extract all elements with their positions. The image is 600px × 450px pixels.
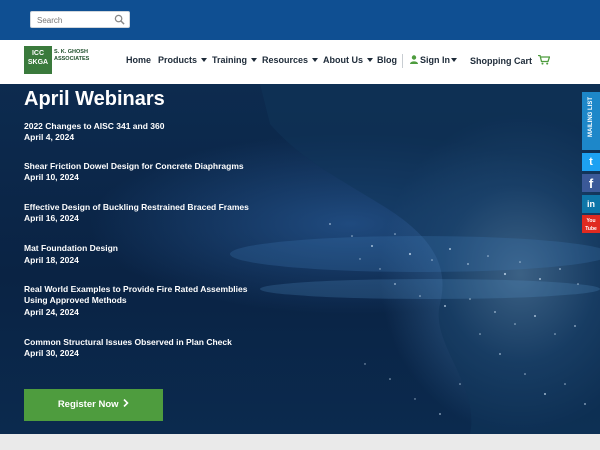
- twitter-icon[interactable]: t: [582, 153, 600, 171]
- nav-products-label: Products: [158, 55, 198, 65]
- webinar-title[interactable]: Mat Foundation Design: [24, 243, 264, 254]
- user-icon: [410, 55, 418, 64]
- hero-title: April Webinars: [24, 88, 165, 110]
- hero-background-art: [230, 84, 600, 434]
- hero-banner: [0, 84, 600, 434]
- register-label: Register Now: [57, 399, 119, 410]
- facebook-icon[interactable]: f: [582, 174, 600, 192]
- linkedin-glyph: in: [587, 199, 595, 209]
- nav-resources[interactable]: Resources: [262, 55, 319, 65]
- webinar-title[interactable]: Common Structural Issues Observed in Pla…: [24, 337, 264, 348]
- youtube-glyph: You Tube: [585, 218, 597, 232]
- logo-name-line1: S. K. GHOSH: [54, 49, 88, 55]
- webinar-date: April 24, 2024: [24, 307, 79, 317]
- logo-name-line2: ASSOCIATES: [54, 56, 90, 62]
- nav-blog[interactable]: Blog: [377, 55, 397, 65]
- caret-down-icon: [201, 58, 208, 62]
- nav-divider: [402, 54, 403, 68]
- caret-down-icon: [251, 58, 258, 62]
- nav-training-label: Training: [212, 55, 248, 65]
- nav-products[interactable]: Products: [158, 55, 208, 65]
- webinar-date: April 30, 2024: [24, 348, 79, 358]
- nav-shopping-cart[interactable]: Shopping Cart: [470, 54, 550, 66]
- company-logo[interactable]: ICC SKGA S. K. GHOSH ASSOCIATES: [24, 46, 92, 74]
- nav-resources-label: Resources: [262, 55, 309, 65]
- caret-down-icon: [312, 58, 319, 62]
- webinar-title[interactable]: 2022 Changes to AISC 341 and 360: [24, 121, 264, 132]
- nav-sign-in[interactable]: Sign In: [410, 55, 457, 65]
- logo-badge: ICC SKGA: [24, 46, 52, 74]
- nav-sign-in-label: Sign In: [420, 55, 450, 65]
- webinar-date: April 16, 2024: [24, 213, 79, 223]
- nav-training[interactable]: Training: [212, 55, 258, 65]
- webinar-date: April 4, 2024: [24, 132, 75, 142]
- twitter-glyph: t: [589, 156, 593, 168]
- chevron-right-icon: [123, 398, 129, 408]
- caret-down-icon: [451, 58, 457, 62]
- caret-down-icon: [367, 58, 373, 62]
- linkedin-icon[interactable]: in: [582, 195, 600, 213]
- logo-name: S. K. GHOSH ASSOCIATES: [54, 49, 94, 63]
- search-input[interactable]: [37, 13, 115, 27]
- nav-about[interactable]: About Us: [323, 55, 373, 65]
- register-now-button[interactable]: Register Now: [24, 389, 163, 421]
- mailing-list-tab[interactable]: MAILING LIST: [582, 92, 600, 150]
- logo-badge-line2: SKGA: [27, 59, 49, 66]
- nav-blog-label: Blog: [377, 55, 397, 65]
- facebook-glyph: f: [588, 176, 594, 191]
- webinar-title[interactable]: Real World Examples to Provide Fire Rate…: [24, 284, 264, 306]
- webinar-title[interactable]: Shear Friction Dowel Design for Concrete…: [24, 161, 264, 172]
- search-icon[interactable]: [114, 14, 125, 25]
- webinar-title[interactable]: Effective Design of Buckling Restrained …: [24, 202, 264, 213]
- nav-home[interactable]: Home: [126, 55, 151, 65]
- search-box[interactable]: [30, 11, 130, 28]
- page-bottom-strip: [0, 434, 600, 450]
- webinar-date: April 18, 2024: [24, 255, 79, 265]
- logo-badge-line1: ICC: [31, 50, 45, 57]
- youtube-icon[interactable]: You Tube: [582, 215, 600, 233]
- nav-cart-label: Shopping Cart: [470, 56, 532, 66]
- nav-home-label: Home: [126, 55, 152, 65]
- nav-about-label: About Us: [323, 55, 363, 65]
- cart-icon: [537, 54, 550, 65]
- mailing-list-label: MAILING LIST: [588, 97, 594, 137]
- webinar-date: April 10, 2024: [24, 172, 79, 182]
